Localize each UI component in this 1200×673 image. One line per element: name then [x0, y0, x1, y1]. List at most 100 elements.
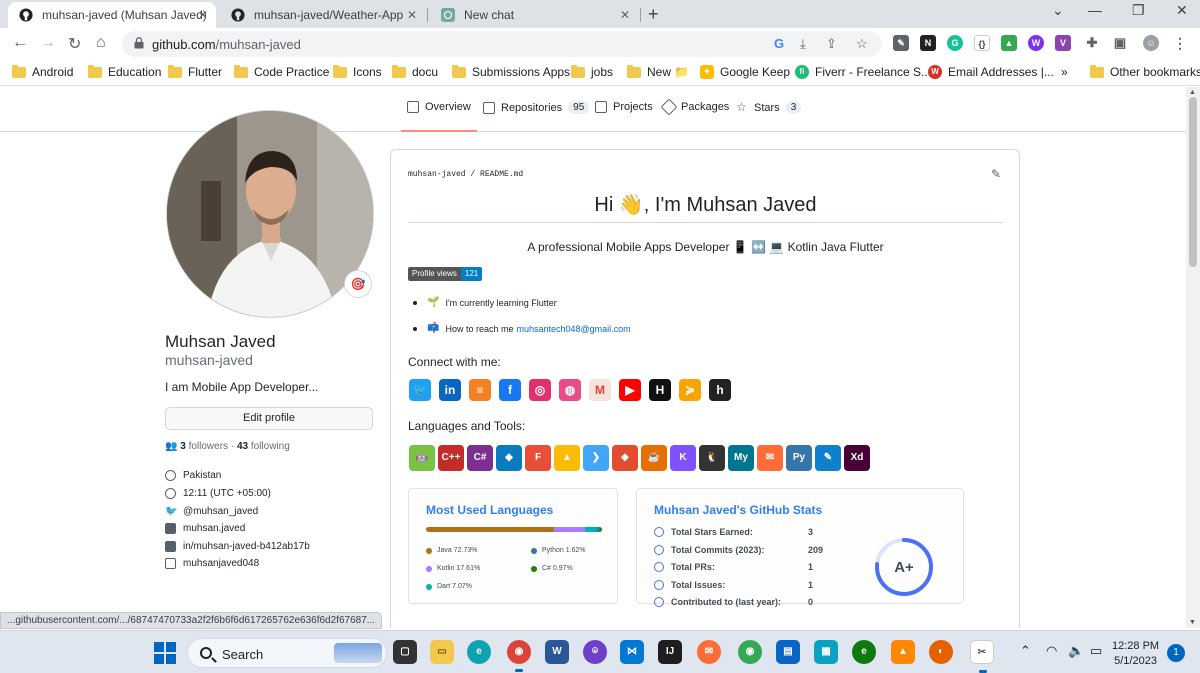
- bookmarks-overflow-button[interactable]: »: [1061, 65, 1068, 79]
- vlc-icon[interactable]: ▲: [891, 640, 915, 664]
- github-desktop-icon[interactable]: ⌾: [583, 640, 607, 664]
- most-used-languages-card[interactable]: Most Used Languages Java 72.73% Kotlin 17…: [408, 488, 618, 604]
- minimize-button[interactable]: —: [1088, 2, 1102, 18]
- grammarly-extension-icon[interactable]: G: [947, 35, 963, 51]
- hackerearth-icon[interactable]: h: [709, 379, 731, 401]
- tab-packages[interactable]: Packages: [660, 98, 729, 116]
- side-panel-icon[interactable]: ▣: [1112, 35, 1128, 51]
- scroll-up-icon[interactable]: ▲: [1189, 89, 1196, 96]
- hackerrank-icon[interactable]: H: [649, 379, 671, 401]
- edge-dev-icon[interactable]: e: [852, 640, 876, 664]
- chrome-icon[interactable]: ◉: [507, 640, 531, 672]
- tab-search-icon[interactable]: ⌄: [1052, 2, 1064, 19]
- store-icon[interactable]: ▤: [776, 640, 800, 664]
- tab-stars[interactable]: ☆ Stars 3: [736, 101, 802, 114]
- bookmark-flutter[interactable]: Flutter: [168, 64, 222, 79]
- firefox-icon[interactable]: ◐: [929, 640, 953, 664]
- show-hidden-icons[interactable]: ⌃: [1020, 643, 1031, 659]
- scroll-down-icon[interactable]: ▼: [1189, 619, 1196, 626]
- task-view-icon[interactable]: ▢: [393, 640, 417, 664]
- tab-new-chat[interactable]: New chat ✕: [430, 2, 638, 28]
- tab-github-profile[interactable]: muhsan-javed (Muhsan Javed) ✕: [8, 2, 216, 28]
- edge-icon[interactable]: e: [467, 640, 491, 664]
- share-icon[interactable]: ⇪: [826, 36, 837, 52]
- bookmark-email-addresses[interactable]: W Email Addresses |...: [928, 65, 1054, 79]
- intellij-icon[interactable]: IJ: [658, 640, 682, 664]
- address-bar[interactable]: github.com/muhsan-javed G ⤓ ⇪ ☆: [122, 31, 882, 57]
- linkedin-icon[interactable]: in: [439, 379, 461, 401]
- notion-extension-icon[interactable]: N: [920, 35, 936, 51]
- tab-weather-app[interactable]: muhsan-javed/Weather-App: Thi ✕: [220, 2, 425, 28]
- edit-readme-pencil-icon[interactable]: ✎: [991, 167, 1001, 181]
- tab-projects[interactable]: Projects: [595, 101, 653, 113]
- codesignal-icon[interactable]: ≽: [679, 379, 701, 401]
- page-scrollbar[interactable]: ▲ ▼: [1186, 87, 1200, 628]
- install-app-icon[interactable]: ⤓: [800, 36, 806, 52]
- bookmark-code-practice[interactable]: Code Practice: [234, 64, 329, 79]
- file-explorer-icon[interactable]: ▭: [430, 640, 454, 664]
- youtube-icon[interactable]: ▶: [619, 379, 641, 401]
- restore-button[interactable]: ❐: [1132, 2, 1145, 19]
- notification-badge[interactable]: 1: [1167, 644, 1185, 662]
- reload-icon[interactable]: ↻: [68, 34, 81, 54]
- other-social-item[interactable]: muhsanjaved048: [165, 558, 259, 569]
- google-drive-extension-icon[interactable]: ▲: [1001, 35, 1017, 51]
- chrome-menu-icon[interactable]: ⋮: [1172, 35, 1188, 51]
- medium-icon[interactable]: M: [589, 379, 611, 401]
- wappalyzer-extension-icon[interactable]: W: [1028, 35, 1044, 51]
- vimeo-extension-icon[interactable]: V: [1055, 35, 1071, 51]
- word-icon[interactable]: W: [545, 640, 569, 664]
- bookmark-google-keep[interactable]: ✦ Google Keep: [700, 65, 790, 79]
- bookmark-icons[interactable]: Icons: [333, 64, 382, 79]
- bookmark-submissions-apps[interactable]: Submissions Apps: [452, 64, 570, 79]
- tab-repositories[interactable]: Repositories 95: [483, 101, 590, 114]
- bookmark-docu[interactable]: docu: [392, 64, 438, 79]
- facebook-icon[interactable]: f: [499, 379, 521, 401]
- close-tab-icon[interactable]: ✕: [198, 8, 208, 22]
- followers-link[interactable]: 3 followers: [180, 441, 228, 452]
- twitter-item[interactable]: 🐦 @muhsan_javed: [165, 506, 258, 517]
- wifi-icon[interactable]: ◠: [1046, 643, 1057, 659]
- eyedropper-extension-icon[interactable]: ✎: [893, 35, 909, 51]
- postman-icon[interactable]: ✉: [697, 640, 721, 664]
- windows-start-icon[interactable]: [154, 642, 176, 664]
- google-lens-icon[interactable]: G: [774, 36, 784, 51]
- bookmark-star-icon[interactable]: ☆: [856, 36, 868, 52]
- profile-avatar-icon[interactable]: ☺: [1143, 35, 1159, 51]
- dribbble-icon[interactable]: ◍: [559, 379, 581, 401]
- snipping-tool-icon[interactable]: ✂: [970, 640, 994, 673]
- back-icon[interactable]: ←: [12, 34, 28, 52]
- close-tab-icon[interactable]: ✕: [620, 8, 630, 22]
- github-stats-card[interactable]: Muhsan Javed's GitHub Stats Total Stars …: [636, 488, 964, 607]
- email-link[interactable]: muhsantech048@gmail.com: [516, 324, 630, 334]
- readme-path[interactable]: muhsan-javed / README.md: [408, 170, 523, 179]
- bookmark-new[interactable]: New 📁: [627, 64, 689, 79]
- bookmark-other-bookmarks[interactable]: Other bookmarks: [1090, 64, 1200, 79]
- home-icon[interactable]: ⌂: [96, 34, 106, 52]
- chrome-dev-icon[interactable]: ◉: [738, 640, 762, 664]
- taskbar-clock[interactable]: 12:28 PM 5/1/2023: [1112, 639, 1159, 669]
- json-viewer-extension-icon[interactable]: {}: [974, 35, 990, 51]
- new-tab-button[interactable]: +: [648, 4, 659, 25]
- close-tab-icon[interactable]: ✕: [407, 8, 417, 22]
- scrollbar-thumb[interactable]: [1189, 97, 1197, 267]
- instagram-icon[interactable]: ◎: [529, 379, 551, 401]
- edit-profile-button[interactable]: Edit profile: [165, 407, 373, 430]
- bookmark-fiverr[interactable]: fi Fiverr - Freelance S...: [795, 65, 931, 79]
- linkedin-item[interactable]: in/muhsan-javed-b412ab17b: [165, 541, 310, 552]
- vscode-icon[interactable]: ⋈: [620, 640, 644, 664]
- facebook-item[interactable]: muhsan.javed: [165, 523, 245, 534]
- close-window-button[interactable]: ✕: [1176, 2, 1188, 19]
- extensions-puzzle-icon[interactable]: ✚: [1084, 35, 1100, 51]
- profile-avatar[interactable]: [166, 110, 374, 318]
- stackoverflow-icon[interactable]: ≡: [469, 379, 491, 401]
- volume-icon[interactable]: 🔈: [1068, 643, 1084, 659]
- taskbar-search-box[interactable]: Search: [187, 638, 387, 668]
- set-status-button[interactable]: 🎯: [344, 270, 372, 298]
- bookmark-education[interactable]: Education: [88, 64, 161, 79]
- following-link[interactable]: 43 following: [237, 441, 290, 452]
- calculator-icon[interactable]: ▦: [814, 640, 838, 664]
- bookmark-jobs[interactable]: jobs: [571, 64, 613, 79]
- tab-overview[interactable]: Overview: [401, 101, 477, 132]
- bookmark-android[interactable]: Android: [12, 64, 73, 79]
